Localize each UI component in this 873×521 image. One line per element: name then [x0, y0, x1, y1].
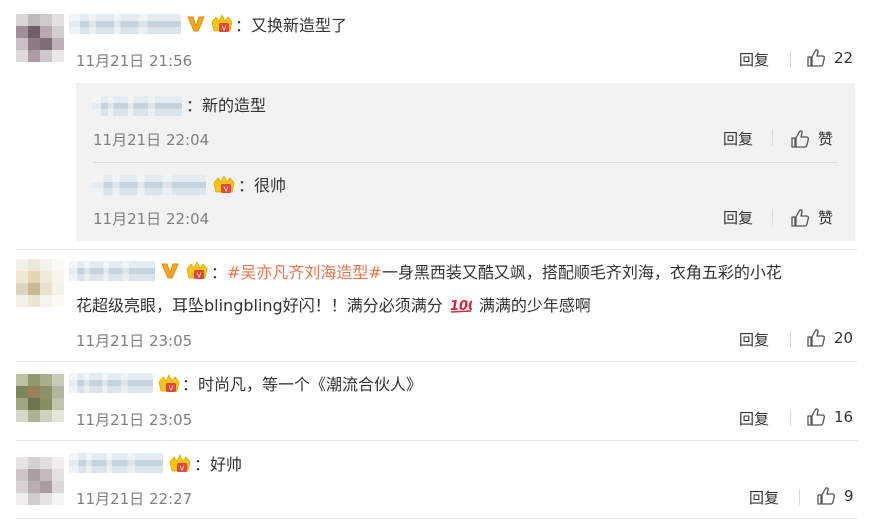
comment-time: 11月21日 23:05 [76, 332, 193, 350]
crown-badge-icon: V [169, 454, 191, 473]
avatar[interactable] [16, 14, 64, 62]
verified-v-icon [161, 263, 179, 279]
avatar[interactable] [16, 457, 64, 505]
crown-badge-icon: V [158, 374, 180, 393]
username-blurred[interactable] [69, 14, 181, 34]
thumbs-up-icon [807, 408, 826, 426]
reply-time: 11月21日 22:04 [93, 131, 210, 149]
like-count: 22 [834, 49, 854, 67]
thumbs-up-icon [791, 129, 810, 148]
topic-link[interactable]: #吴亦凡齐刘海造型# [227, 263, 382, 282]
crown-badge-icon: V [186, 261, 208, 280]
crown-badge-icon: V [211, 14, 233, 33]
like-count: 20 [834, 329, 854, 347]
reply-button[interactable]: 回复 [739, 49, 769, 70]
like-count: 16 [834, 408, 854, 426]
like-count: 9 [844, 487, 854, 505]
username-blurred[interactable] [92, 175, 206, 195]
reply-button[interactable]: 回复 [739, 408, 769, 429]
comment-divider [16, 361, 858, 362]
comment-text-line2: 花超级亮眼，耳坠blingbling好闪！！满分必须满分 100 满满的少年感啊 [76, 296, 591, 315]
reply-button[interactable]: 回复 [723, 207, 753, 228]
avatar[interactable] [16, 374, 64, 422]
divider [790, 331, 791, 347]
divider [799, 489, 800, 505]
thumbs-up-icon [807, 329, 826, 347]
comment-text-line1: ：#吴亦凡齐刘海造型#一身黑西装又酷又飒，搭配顺毛齐刘海，衣角五彩的小花 [211, 263, 782, 282]
crown-badge-icon: V [213, 175, 235, 194]
comment-divider [16, 518, 858, 519]
comment-divider [16, 440, 858, 441]
thumbs-up-icon [807, 49, 826, 67]
like-button[interactable]: 22 [806, 48, 853, 68]
username-blurred[interactable] [69, 261, 155, 281]
comment-time: 11月21日 23:05 [76, 411, 193, 429]
username-blurred[interactable] [69, 373, 153, 393]
reply-button[interactable]: 回复 [749, 487, 779, 508]
reply-button[interactable]: 回复 [723, 128, 753, 149]
svg-text:V: V [197, 272, 202, 280]
like-button[interactable]: 16 [806, 407, 853, 427]
comment-divider [16, 249, 858, 250]
svg-text:V: V [180, 465, 185, 473]
hundred-points-emoji: 100 [450, 299, 472, 314]
reply-button[interactable]: 回复 [739, 329, 769, 350]
username-blurred[interactable] [69, 453, 163, 473]
like-button[interactable]: 20 [806, 328, 853, 348]
svg-text:V: V [169, 385, 174, 393]
like-label: 赞 [818, 209, 834, 227]
divider [772, 130, 773, 146]
avatar[interactable] [16, 259, 64, 307]
like-button[interactable]: 9 [816, 486, 854, 506]
reply-divider [93, 162, 838, 163]
reply-text: ：很帅 [238, 176, 287, 195]
comment-time: 11月21日 21:56 [76, 52, 193, 70]
svg-text:V: V [222, 25, 227, 33]
thumbs-up-icon [817, 487, 836, 505]
svg-text:V: V [224, 186, 229, 194]
divider [790, 410, 791, 426]
like-label: 赞 [818, 130, 834, 148]
reply-time: 11月21日 22:04 [93, 210, 210, 228]
reply-text: ：新的造型 [186, 96, 267, 115]
comment-text: ：好帅 [194, 455, 243, 474]
verified-v-icon [187, 16, 205, 32]
comment-time: 11月21日 22:27 [76, 490, 193, 508]
divider [790, 51, 791, 67]
comment-text: ：时尚凡，等一个《潮流合伙人》 [182, 375, 423, 394]
like-button[interactable]: 赞 [790, 207, 833, 228]
divider [772, 209, 773, 225]
like-button[interactable]: 赞 [790, 128, 833, 149]
thumbs-up-icon [791, 208, 810, 227]
username-blurred[interactable] [92, 96, 182, 116]
comment-text: ：又换新造型了 [235, 16, 348, 35]
